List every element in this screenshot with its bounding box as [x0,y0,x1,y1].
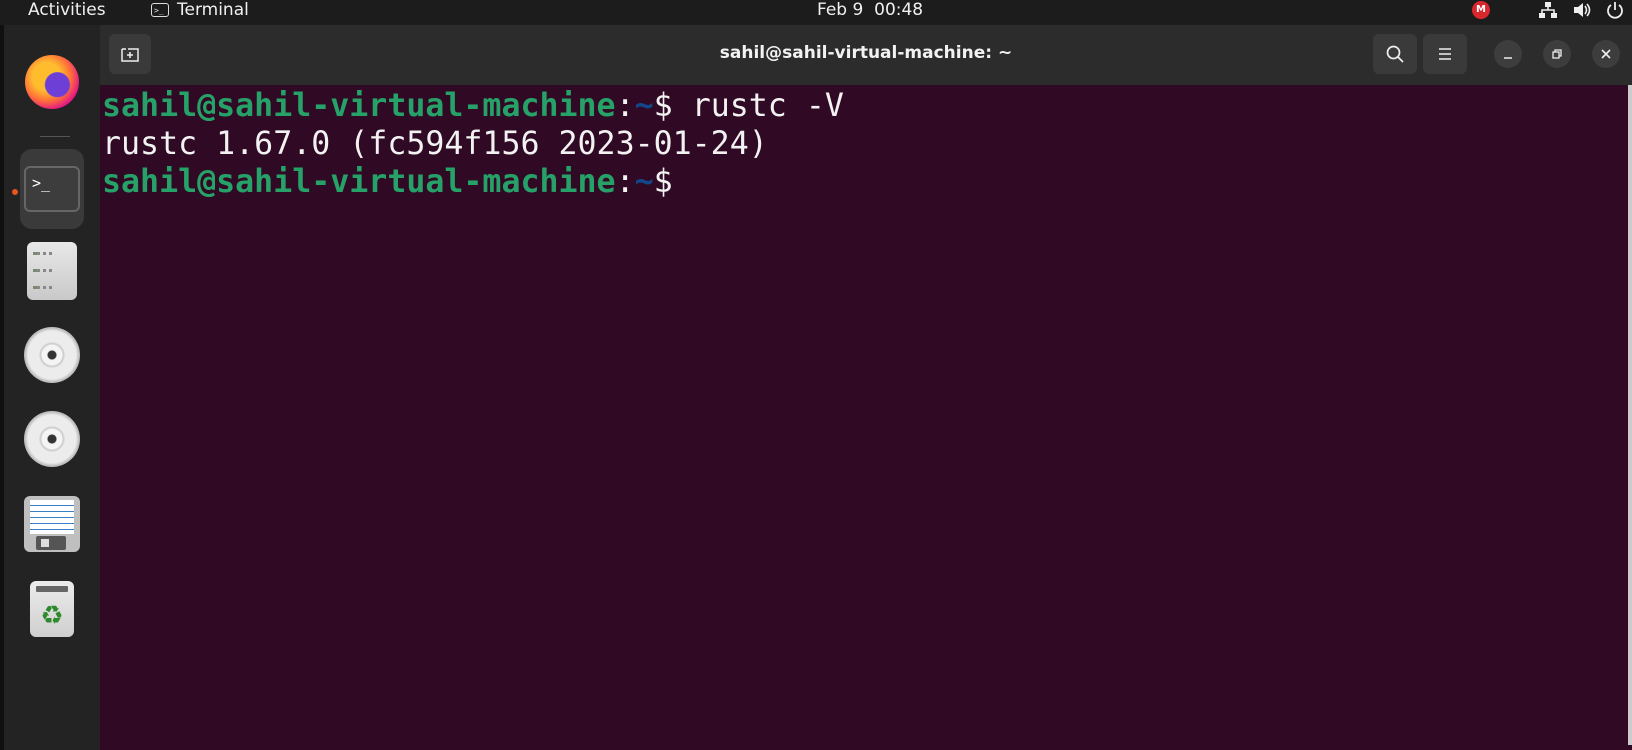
disc-icon [24,327,80,383]
prompt-line: sahil@sahil-virtual-machine:~$ rustc -V [102,87,1602,125]
minimize-icon [1504,57,1512,59]
system-tray[interactable]: M [1472,0,1624,20]
restore-icon [1552,49,1562,59]
prompt-line: sahil@sahil-virtual-machine:~$ [102,163,1602,201]
disc-icon [24,411,80,467]
menu-button[interactable] [1423,34,1467,74]
search-button[interactable] [1373,34,1417,74]
mega-icon[interactable]: M [1472,1,1490,19]
prompt-user: sahil@sahil-virtual-machine [102,88,616,124]
search-icon [1386,45,1404,63]
network-icon[interactable] [1538,1,1558,19]
command-text: rustc -V [672,88,844,124]
window-titlebar[interactable]: sahil@sahil-virtual-machine: ~ [100,25,1632,85]
prompt-symbol: $ [653,164,673,200]
prompt-path: ~ [634,88,654,124]
dock-item-disc-1[interactable] [20,323,84,387]
prompt-separator: : [615,88,635,124]
trash-icon: ♻ [30,581,74,637]
power-icon[interactable] [1606,1,1624,19]
dock: >_ ♻ [0,25,100,750]
scrollbar[interactable] [1628,85,1632,745]
top-bar: Activities >_ Terminal Feb 9 00:48 M [0,0,1632,25]
output-line: rustc 1.67.0 (fc594f156 2023-01-24) [102,126,768,162]
restore-button[interactable] [1543,40,1571,68]
clock[interactable]: Feb 9 00:48 [817,0,923,20]
close-button[interactable] [1592,40,1620,68]
prompt-separator: : [615,164,635,200]
dock-item-files[interactable] [20,239,84,303]
dock-item-terminal[interactable]: >_ [20,149,84,229]
minimize-button[interactable] [1494,40,1522,68]
dock-item-text-editor[interactable] [20,492,84,556]
prompt-symbol: $ [653,88,673,124]
prompt-path: ~ [634,164,654,200]
firefox-icon [25,55,79,109]
terminal-window[interactable]: sahil@sahil-virtual-machine: ~ sahil@sah… [100,25,1632,750]
app-menu[interactable]: >_ Terminal [151,0,249,20]
volume-icon[interactable] [1572,1,1592,19]
files-icon [27,242,77,300]
close-icon [1601,49,1611,59]
terminal-icon: >_ [151,3,169,17]
activities-button[interactable]: Activities [28,0,106,20]
app-name: Terminal [177,0,249,20]
dock-item-firefox[interactable] [20,50,84,114]
document-icon [24,496,80,552]
running-indicator [12,189,18,195]
terminal-output[interactable]: sahil@sahil-virtual-machine:~$ rustc -V r… [102,87,1602,727]
terminal-icon: >_ [24,166,80,212]
dock-separator [40,136,70,137]
dock-item-trash[interactable]: ♻ [20,577,84,641]
prompt-user: sahil@sahil-virtual-machine [102,164,616,200]
dock-item-disc-2[interactable] [20,407,84,471]
menu-icon [1439,48,1451,60]
